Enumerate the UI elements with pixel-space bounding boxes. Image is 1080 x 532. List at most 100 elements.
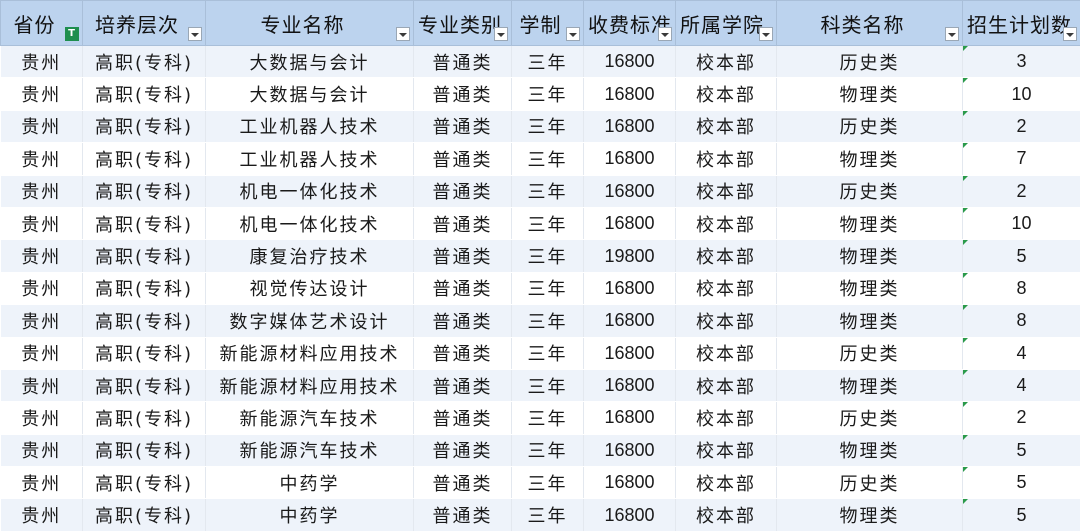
header-category[interactable]: 专业类别 — [413, 0, 512, 46]
cell-quota[interactable]: 5 — [962, 498, 1080, 532]
cell-college[interactable]: 校本部 — [675, 272, 777, 306]
cell-province[interactable]: 贵州 — [0, 369, 83, 403]
cell-college[interactable]: 校本部 — [675, 110, 777, 144]
cell-fee[interactable]: 16800 — [583, 401, 676, 435]
cell-level[interactable]: 高职(专科) — [82, 466, 206, 500]
cell-fee[interactable]: 16800 — [583, 466, 676, 500]
cell-college[interactable]: 校本部 — [675, 304, 777, 338]
cell-level[interactable]: 高职(专科) — [82, 498, 206, 532]
cell-category[interactable]: 普通类 — [413, 45, 512, 79]
cell-major[interactable]: 新能源材料应用技术 — [205, 369, 414, 403]
cell-category[interactable]: 普通类 — [413, 239, 512, 273]
cell-duration[interactable]: 三年 — [511, 110, 584, 144]
cell-duration[interactable]: 三年 — [511, 207, 584, 241]
cell-level[interactable]: 高职(专科) — [82, 45, 206, 79]
cell-major[interactable]: 大数据与会计 — [205, 77, 414, 111]
cell-province[interactable]: 贵州 — [0, 45, 83, 79]
header-level[interactable]: 培养层次 — [82, 0, 206, 46]
cell-major[interactable]: 机电一体化技术 — [205, 207, 414, 241]
cell-college[interactable]: 校本部 — [675, 207, 777, 241]
cell-college[interactable]: 校本部 — [675, 77, 777, 111]
cell-college[interactable]: 校本部 — [675, 175, 777, 208]
filter-dropdown-icon[interactable] — [1063, 27, 1077, 41]
cell-subject[interactable]: 历史类 — [776, 337, 963, 370]
cell-major[interactable]: 机电一体化技术 — [205, 175, 414, 208]
cell-subject[interactable]: 物理类 — [776, 304, 963, 338]
cell-quota[interactable]: 5 — [962, 239, 1080, 273]
cell-province[interactable]: 贵州 — [0, 239, 83, 273]
cell-major[interactable]: 视觉传达设计 — [205, 272, 414, 306]
cell-province[interactable]: 贵州 — [0, 434, 83, 468]
cell-college[interactable]: 校本部 — [675, 239, 777, 273]
cell-major[interactable]: 工业机器人技术 — [205, 142, 414, 176]
cell-level[interactable]: 高职(专科) — [82, 239, 206, 273]
cell-quota[interactable]: 10 — [962, 207, 1080, 241]
filter-dropdown-icon[interactable] — [566, 27, 580, 41]
cell-subject[interactable]: 物理类 — [776, 369, 963, 403]
cell-duration[interactable]: 三年 — [511, 466, 584, 500]
cell-college[interactable]: 校本部 — [675, 337, 777, 370]
cell-major[interactable]: 中药学 — [205, 498, 414, 532]
cell-college[interactable]: 校本部 — [675, 401, 777, 435]
cell-level[interactable]: 高职(专科) — [82, 434, 206, 468]
header-fee[interactable]: 收费标准 — [583, 0, 676, 46]
filter-dropdown-icon[interactable] — [759, 27, 773, 41]
cell-fee[interactable]: 16800 — [583, 337, 676, 370]
cell-category[interactable]: 普通类 — [413, 466, 512, 500]
cell-duration[interactable]: 三年 — [511, 304, 584, 338]
cell-subject[interactable]: 物理类 — [776, 207, 963, 241]
cell-fee[interactable]: 16800 — [583, 207, 676, 241]
cell-subject[interactable]: 历史类 — [776, 401, 963, 435]
cell-category[interactable]: 普通类 — [413, 272, 512, 306]
cell-quota[interactable]: 5 — [962, 466, 1080, 500]
filter-dropdown-icon[interactable] — [188, 27, 202, 41]
filter-active-icon[interactable]: T — [65, 27, 79, 41]
cell-province[interactable]: 贵州 — [0, 466, 83, 500]
cell-quota[interactable]: 5 — [962, 434, 1080, 468]
cell-duration[interactable]: 三年 — [511, 498, 584, 532]
cell-level[interactable]: 高职(专科) — [82, 175, 206, 208]
cell-category[interactable]: 普通类 — [413, 207, 512, 241]
cell-fee[interactable]: 16800 — [583, 175, 676, 208]
cell-duration[interactable]: 三年 — [511, 272, 584, 306]
filter-dropdown-icon[interactable] — [945, 27, 959, 41]
cell-subject[interactable]: 物理类 — [776, 77, 963, 111]
cell-fee[interactable]: 16800 — [583, 434, 676, 468]
header-quota[interactable]: 招生计划数 — [962, 0, 1080, 46]
cell-college[interactable]: 校本部 — [675, 434, 777, 468]
cell-subject[interactable]: 物理类 — [776, 498, 963, 532]
cell-level[interactable]: 高职(专科) — [82, 110, 206, 144]
cell-level[interactable]: 高职(专科) — [82, 272, 206, 306]
cell-duration[interactable]: 三年 — [511, 401, 584, 435]
cell-quota[interactable]: 4 — [962, 369, 1080, 403]
cell-subject[interactable]: 历史类 — [776, 110, 963, 144]
header-subject[interactable]: 科类名称 — [776, 0, 963, 46]
cell-category[interactable]: 普通类 — [413, 401, 512, 435]
cell-major[interactable]: 大数据与会计 — [205, 45, 414, 79]
cell-major[interactable]: 工业机器人技术 — [205, 110, 414, 144]
cell-quota[interactable]: 3 — [962, 45, 1080, 79]
filter-dropdown-icon[interactable] — [396, 27, 410, 41]
cell-fee[interactable]: 16800 — [583, 77, 676, 111]
cell-college[interactable]: 校本部 — [675, 466, 777, 500]
cell-category[interactable]: 普通类 — [413, 337, 512, 370]
cell-duration[interactable]: 三年 — [511, 239, 584, 273]
cell-province[interactable]: 贵州 — [0, 77, 83, 111]
cell-fee[interactable]: 16800 — [583, 498, 676, 532]
cell-province[interactable]: 贵州 — [0, 304, 83, 338]
cell-category[interactable]: 普通类 — [413, 434, 512, 468]
cell-subject[interactable]: 物理类 — [776, 142, 963, 176]
cell-province[interactable]: 贵州 — [0, 110, 83, 144]
header-duration[interactable]: 学制 — [511, 0, 584, 46]
cell-subject[interactable]: 历史类 — [776, 45, 963, 79]
cell-duration[interactable]: 三年 — [511, 77, 584, 111]
cell-major[interactable]: 数字媒体艺术设计 — [205, 304, 414, 338]
cell-duration[interactable]: 三年 — [511, 142, 584, 176]
cell-subject[interactable]: 物理类 — [776, 239, 963, 273]
cell-quota[interactable]: 2 — [962, 401, 1080, 435]
cell-major[interactable]: 新能源汽车技术 — [205, 401, 414, 435]
header-province[interactable]: 省份 T — [0, 0, 83, 46]
cell-level[interactable]: 高职(专科) — [82, 77, 206, 111]
cell-major[interactable]: 康复治疗技术 — [205, 239, 414, 273]
cell-major[interactable]: 新能源材料应用技术 — [205, 337, 414, 370]
